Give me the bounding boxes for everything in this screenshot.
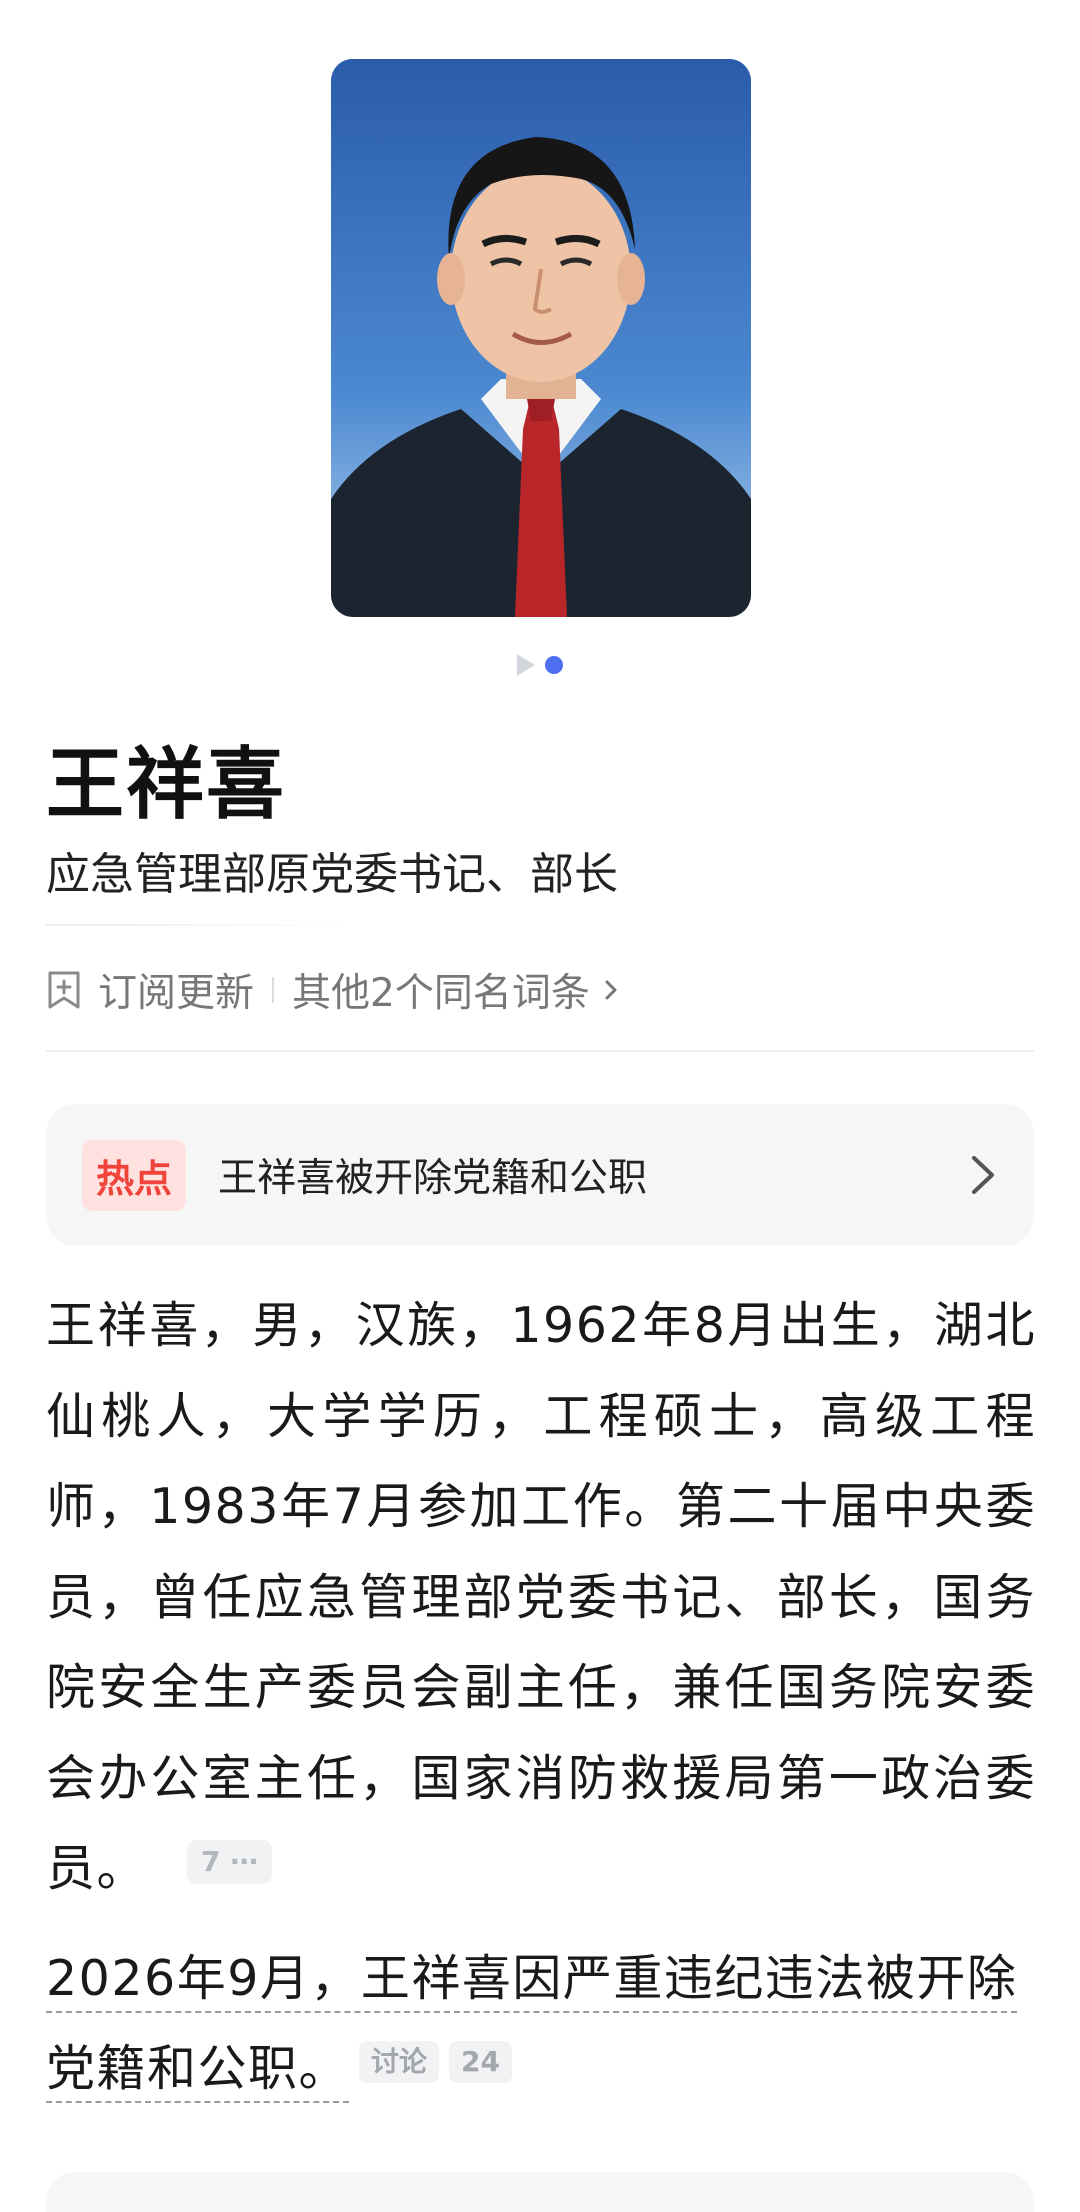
section-divider [46, 1050, 1034, 1052]
bookmark-plus-icon [48, 971, 80, 1009]
same-name-label: 其他2个同名词条 [292, 971, 590, 1016]
citation-badge[interactable]: 7 ⋯ [187, 1840, 273, 1884]
next-card [46, 2172, 1034, 2212]
hot-news-card[interactable]: 热点 王祥喜被开除党籍和公职 [46, 1104, 1034, 1246]
image-pager[interactable] [0, 654, 1080, 676]
chevron-right-icon [972, 1156, 994, 1194]
separator [272, 977, 275, 1003]
discuss-count[interactable]: 24 [449, 2041, 512, 2083]
summary-paragraph: 王祥喜，男，汉族，1962年8月出生，湖北仙桃人，大学学历，工程硕士，高级工程师… [46, 1281, 1036, 1915]
news-text[interactable]: 2026年9月，王祥喜因严重违纪违法被开除党籍和公职。 [46, 1950, 1018, 2103]
active-page-dot[interactable] [545, 656, 563, 674]
news-paragraph: 2026年9月，王祥喜因严重违纪违法被开除党籍和公职。 讨论 24 [46, 1934, 1036, 2114]
page-title: 王祥喜 [46, 740, 287, 830]
person-subtitle: 应急管理部原党委书记、部长 [46, 849, 618, 900]
subscribe-button[interactable]: 订阅更新 [46, 962, 254, 1018]
summary-text: 王祥喜，男，汉族，1962年8月出生，湖北仙桃人，大学学历，工程硕士，高级工程师… [46, 1297, 1036, 1897]
hot-badge: 热点 [82, 1139, 187, 1211]
portrait-photo[interactable] [331, 59, 751, 617]
chevron-right-icon [605, 980, 617, 1000]
action-row: 订阅更新 其他2个同名词条 [46, 962, 622, 1018]
same-name-link[interactable]: 其他2个同名词条 [292, 962, 622, 1018]
divider [46, 924, 356, 926]
hot-headline: 王祥喜被开除党籍和公职 [218, 1156, 648, 1201]
video-play-indicator[interactable] [517, 654, 535, 676]
discuss-tag[interactable]: 讨论 [359, 2041, 440, 2083]
subscribe-label: 订阅更新 [98, 971, 255, 1016]
